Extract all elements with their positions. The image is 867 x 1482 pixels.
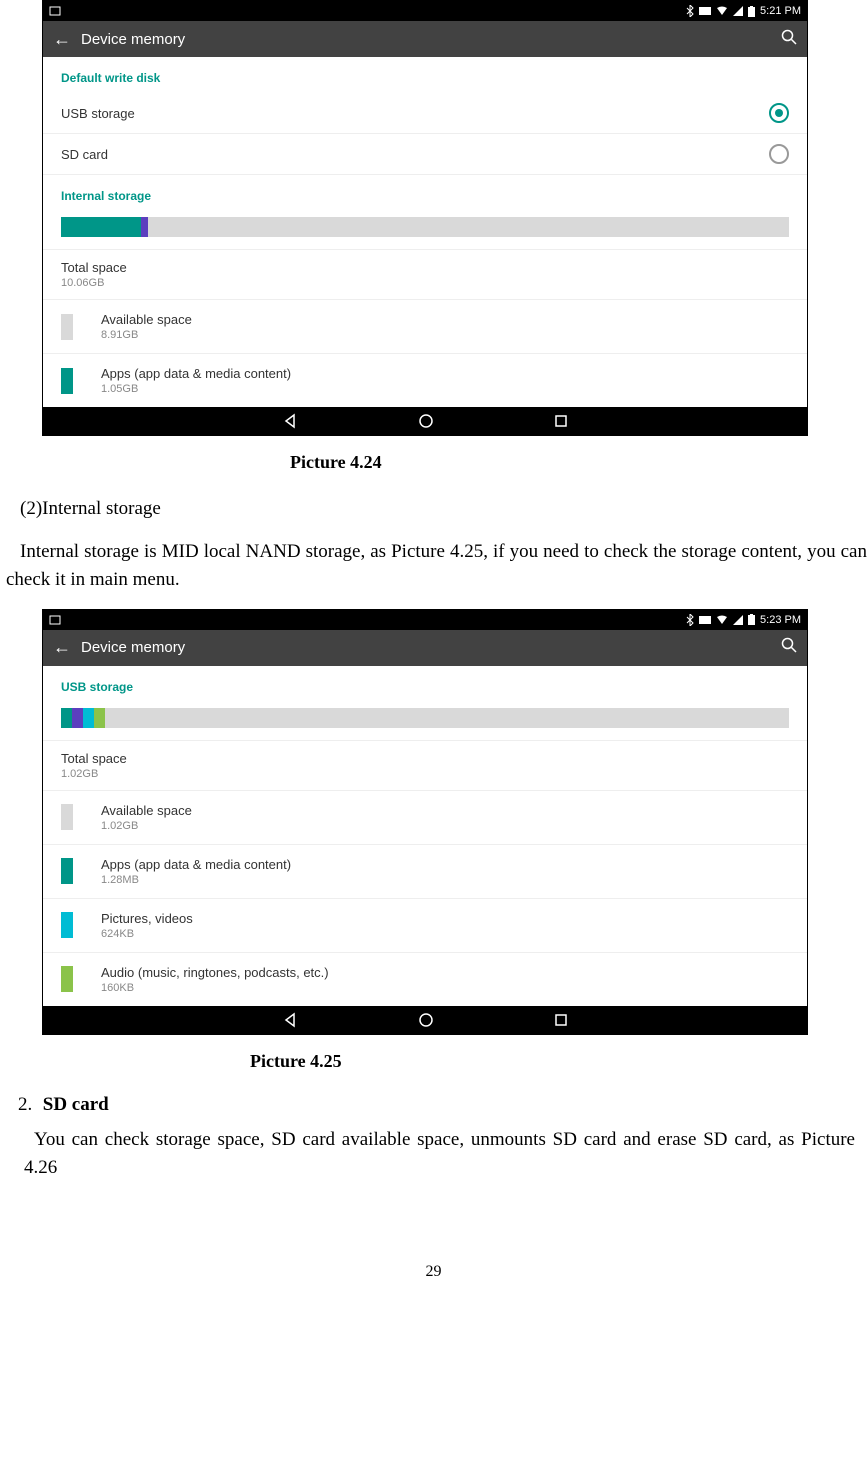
- bar-segment: [141, 217, 148, 237]
- option-usb-storage[interactable]: USB storage: [43, 93, 807, 134]
- bar-segment: [83, 708, 94, 728]
- nav-back-button[interactable]: [282, 413, 298, 429]
- color-swatch: [61, 966, 73, 992]
- bar-segment: [72, 708, 83, 728]
- screenshot-device-memory-1: 5:21 PM ← Device memory Default write di…: [42, 0, 808, 436]
- storage-item[interactable]: Available space 8.91GB: [43, 300, 807, 354]
- section-default-write-disk: Default write disk: [43, 57, 807, 93]
- color-swatch: [61, 314, 73, 340]
- total-space-value: 10.06GB: [61, 277, 789, 289]
- bar-segment: [105, 708, 789, 728]
- app-bar: ← Device memory: [43, 630, 807, 666]
- keyboard-icon: [699, 616, 711, 624]
- total-space-label: Total space: [61, 260, 789, 275]
- radio-selected[interactable]: [769, 103, 789, 123]
- app-bar-title: Device memory: [81, 639, 769, 656]
- section-usb-storage: USB storage: [43, 666, 807, 702]
- option-label: USB storage: [61, 106, 769, 121]
- notification-icon: [49, 6, 61, 16]
- heading-sd-card: 2. SD card: [18, 1094, 867, 1116]
- item-title: Apps (app data & media content): [101, 366, 291, 381]
- status-bar: 5:23 PM: [43, 610, 807, 630]
- item-value: 624KB: [101, 928, 193, 940]
- storage-usage-bar: [61, 708, 789, 728]
- storage-item[interactable]: Apps (app data & media content) 1.28MB: [43, 845, 807, 899]
- total-space-label: Total space: [61, 751, 789, 766]
- item-value: 160KB: [101, 982, 329, 994]
- color-swatch: [61, 912, 73, 938]
- signal-icon: [733, 6, 743, 16]
- settings-content: USB storage Total space 1.02GB Available…: [43, 666, 807, 1006]
- status-time: 5:21 PM: [760, 5, 801, 17]
- status-time: 5:23 PM: [760, 614, 801, 626]
- figure-caption-b: Picture 4.25: [250, 1051, 867, 1072]
- color-swatch: [61, 368, 73, 394]
- item-value: 1.02GB: [101, 820, 192, 832]
- item-value: 8.91GB: [101, 329, 192, 341]
- wifi-icon: [716, 6, 728, 16]
- app-bar: ← Device memory: [43, 21, 807, 57]
- battery-icon: [748, 6, 755, 17]
- settings-content: Default write disk USB storage SD card I…: [43, 57, 807, 407]
- item-title: Pictures, videos: [101, 911, 193, 926]
- total-space-row[interactable]: Total space 1.02GB: [43, 741, 807, 791]
- paragraph-internal-storage-body: Internal storage is MID local NAND stora…: [6, 538, 867, 595]
- bar-segment: [94, 708, 105, 728]
- item-value: 1.05GB: [101, 383, 291, 395]
- storage-bar-container: [43, 702, 807, 741]
- nav-home-button[interactable]: [418, 413, 434, 429]
- battery-icon: [748, 614, 755, 625]
- heading-number: 2.: [18, 1094, 38, 1116]
- search-button[interactable]: [769, 637, 797, 658]
- screenshot-device-memory-2: 5:23 PM ← Device memory USB storage Tota…: [42, 609, 808, 1035]
- total-space-row[interactable]: Total space 10.06GB: [43, 250, 807, 300]
- storage-item[interactable]: Available space 1.02GB: [43, 791, 807, 845]
- nav-bar: [43, 407, 807, 435]
- nav-back-button[interactable]: [282, 1012, 298, 1028]
- bar-segment: [148, 217, 789, 237]
- color-swatch: [61, 858, 73, 884]
- storage-items: Available space 8.91GB Apps (app data & me…: [43, 300, 807, 407]
- document-page: 5:21 PM ← Device memory Default write di…: [0, 0, 867, 1321]
- radio-unselected[interactable]: [769, 144, 789, 164]
- search-button[interactable]: [769, 29, 797, 50]
- bluetooth-icon: [686, 5, 694, 17]
- figure-caption-a: Picture 4.24: [290, 452, 867, 473]
- page-number: 29: [0, 1263, 867, 1281]
- nav-recent-button[interactable]: [554, 414, 568, 428]
- item-title: Audio (music, ringtones, podcasts, etc.): [101, 965, 329, 980]
- storage-item[interactable]: Apps (app data & media content) 1.05GB: [43, 354, 807, 407]
- bar-segment: [61, 708, 72, 728]
- storage-item[interactable]: Pictures, videos 624KB: [43, 899, 807, 953]
- total-space-value: 1.02GB: [61, 768, 789, 780]
- signal-icon: [733, 615, 743, 625]
- paragraph-internal-storage-heading: (2)Internal storage: [20, 495, 863, 524]
- bar-segment: [61, 217, 141, 237]
- storage-items: Available space 1.02GB Apps (app data & me…: [43, 791, 807, 1006]
- option-sd-card[interactable]: SD card: [43, 134, 807, 175]
- heading-text: SD card: [43, 1094, 109, 1115]
- status-bar: 5:21 PM: [43, 1, 807, 21]
- bluetooth-icon: [686, 614, 694, 626]
- notification-icon: [49, 615, 61, 625]
- app-bar-title: Device memory: [81, 31, 769, 48]
- storage-usage-bar: [61, 217, 789, 237]
- option-label: SD card: [61, 147, 769, 162]
- nav-home-button[interactable]: [418, 1012, 434, 1028]
- section-internal-storage: Internal storage: [43, 175, 807, 211]
- nav-recent-button[interactable]: [554, 1013, 568, 1027]
- item-title: Available space: [101, 312, 192, 327]
- nav-bar: [43, 1006, 807, 1034]
- back-button[interactable]: ←: [53, 29, 81, 50]
- back-button[interactable]: ←: [53, 637, 81, 658]
- color-swatch: [61, 804, 73, 830]
- keyboard-icon: [699, 7, 711, 15]
- item-title: Apps (app data & media content): [101, 857, 291, 872]
- wifi-icon: [716, 615, 728, 625]
- item-value: 1.28MB: [101, 874, 291, 886]
- storage-item[interactable]: Audio (music, ringtones, podcasts, etc.)…: [43, 953, 807, 1006]
- item-title: Available space: [101, 803, 192, 818]
- storage-bar-container: [43, 211, 807, 250]
- paragraph-sd-card: You can check storage space, SD card ava…: [24, 1126, 855, 1183]
